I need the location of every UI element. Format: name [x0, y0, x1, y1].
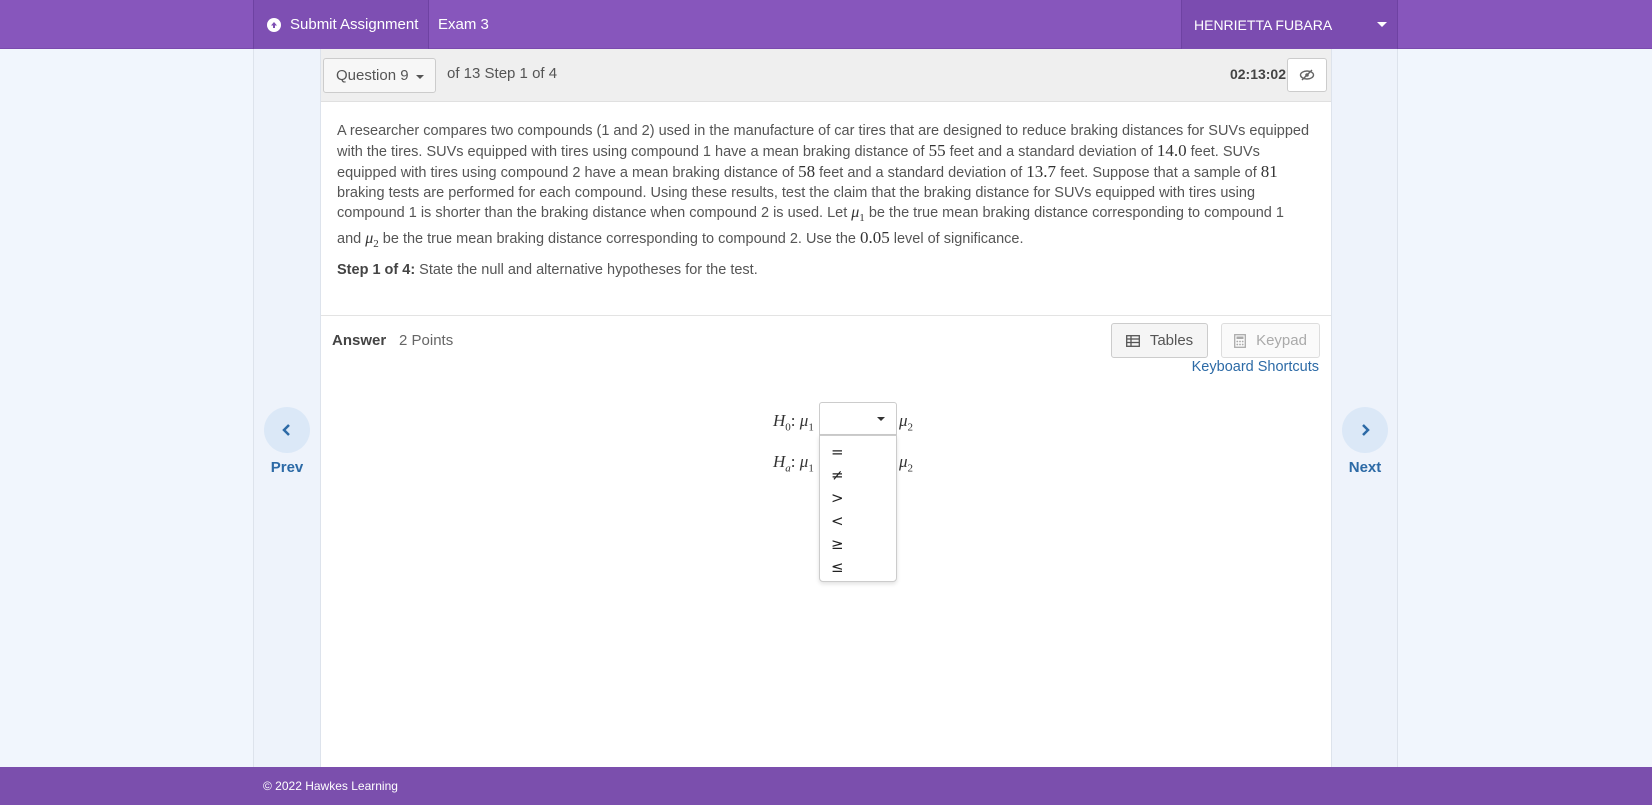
problem-number: 58 [798, 162, 816, 181]
keypad-button[interactable]: Keypad [1221, 323, 1320, 358]
copyright-text: © 2022 Hawkes Learning [263, 779, 398, 793]
chevron-down-icon [1377, 22, 1387, 27]
arrow-up-circle-icon [267, 17, 281, 32]
null-hypothesis-mu2: μ2 [899, 411, 914, 434]
relation-option-not-equal[interactable]: ≠ [820, 464, 896, 487]
points-value: 2 Points [399, 332, 454, 349]
problem-number: 55 [928, 141, 946, 160]
problem-number: 0.05 [859, 228, 890, 248]
problem-number: 81 [1260, 162, 1278, 181]
step-label: Step 1 of 4: [337, 262, 416, 278]
relation-option-greater-equal[interactable]: ≥ [820, 533, 896, 556]
calculator-icon [1234, 333, 1247, 348]
relation-option-greater[interactable]: > [820, 487, 896, 510]
prev-button[interactable]: Prev [264, 407, 310, 476]
chevron-left-icon [264, 407, 310, 453]
problem-text: be the true mean braking distance corres… [378, 231, 860, 248]
top-navbar: Submit Assignment Exam 3 HENRIETTA FUBAR… [0, 0, 1652, 49]
question-progress: of 13 Step 1 of 4 [447, 65, 558, 82]
question-select-value: Question 9 [336, 67, 409, 84]
question-panel: Question 9 of 13 Step 1 of 4 02:13:02 A … [320, 49, 1332, 767]
next-button[interactable]: Next [1342, 407, 1388, 476]
problem-statement: A researcher compares two compounds (1 a… [337, 121, 1312, 254]
next-label: Next [1348, 459, 1382, 476]
alt-hypothesis-mu2: μ2 [899, 452, 914, 475]
keyboard-shortcuts-link[interactable]: Keyboard Shortcuts [1191, 359, 1319, 375]
problem-number: 14.0 [1156, 141, 1187, 160]
footer: © 2022 Hawkes Learning [0, 767, 1652, 805]
user-name: HENRIETTA FUBARA [1194, 16, 1333, 33]
user-menu[interactable]: HENRIETTA FUBARA [1181, 0, 1398, 49]
chevron-down-icon [877, 417, 885, 421]
hide-timer-button[interactable] [1287, 58, 1327, 92]
chevron-right-icon [1342, 407, 1388, 453]
problem-text: feet. Suppose that a sample of [1056, 165, 1261, 181]
answer-label: Answer [332, 332, 387, 349]
question-select[interactable]: Question 9 [323, 58, 436, 93]
problem-text: feet and a standard deviation of [945, 144, 1157, 160]
relation-option-less[interactable]: < [820, 510, 896, 533]
submit-assignment-label: Submit Assignment [290, 16, 419, 33]
problem-text: feet and a standard deviation of [815, 165, 1027, 181]
mu2-symbol: μ2 [365, 230, 379, 251]
step-text: State the null and alternative hypothese… [415, 262, 758, 278]
relation-option-less-equal[interactable]: ≤ [820, 556, 896, 579]
problem-number: 13.7 [1026, 162, 1057, 181]
problem-text: level of significance. [889, 231, 1024, 248]
divider [321, 315, 1331, 316]
mu1-symbol: μ1 [851, 204, 865, 225]
relation-option-equal[interactable]: = [820, 441, 896, 464]
timer: 02:13:02 [1229, 65, 1286, 82]
prev-label: Prev [270, 459, 304, 476]
table-icon [1125, 334, 1140, 347]
exam-title: Exam 3 [438, 16, 489, 33]
chevron-down-icon [416, 75, 424, 79]
alt-hypothesis-label: Ha: μ1 [773, 452, 814, 475]
keypad-label: Keypad [1256, 332, 1307, 349]
tables-label: Tables [1149, 332, 1194, 349]
step-instruction: Step 1 of 4: State the null and alternat… [337, 262, 758, 278]
tables-button[interactable]: Tables [1111, 323, 1208, 358]
relation-dropdown-menu: = ≠ > < ≥ ≤ [819, 435, 897, 582]
null-hypothesis-label: H0: μ1 [773, 411, 814, 434]
question-bar: Question 9 of 13 Step 1 of 4 02:13:02 [321, 49, 1331, 102]
submit-assignment-button[interactable]: Submit Assignment [253, 0, 429, 49]
null-relation-select[interactable] [819, 402, 897, 435]
eye-slash-icon [1299, 69, 1315, 81]
